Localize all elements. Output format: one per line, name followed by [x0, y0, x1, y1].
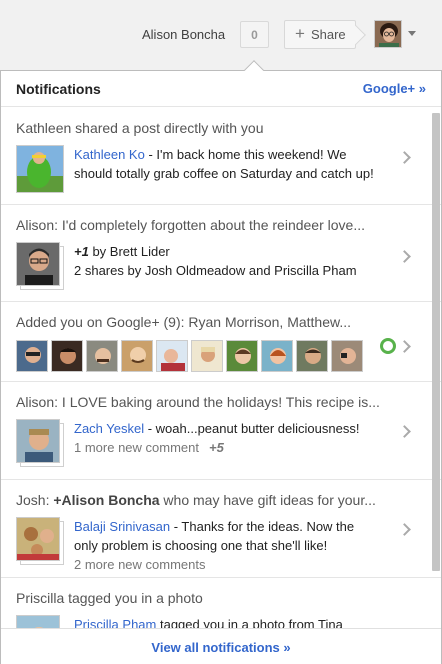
notification-list[interactable]: Kathleen shared a post directly with you [1, 108, 441, 628]
user-name[interactable]: Alison Boncha [142, 27, 225, 42]
person-avatar[interactable] [16, 340, 48, 372]
panel-footer: View all notifications » [1, 628, 441, 664]
notification-summary: Priscilla tagged you in a photo [16, 590, 203, 606]
person-avatar[interactable] [226, 340, 258, 372]
notification-thumbnail [16, 242, 66, 290]
notification-thumbnail [16, 419, 66, 467]
notification-summary: Added you on Google+ (9): Ryan Morrison,… [16, 314, 352, 330]
person-avatar[interactable] [51, 340, 83, 372]
plus-icon: + [295, 24, 305, 43]
chevron-right-icon[interactable] [398, 151, 411, 164]
person-avatar[interactable] [296, 340, 328, 372]
comment-text: - I'm back home this weekend! We [144, 147, 347, 162]
notifications-panel: Notifications Google+ » Kathleen shared … [0, 70, 442, 664]
comment-text: - woah...peanut butter deliciousness! [144, 421, 360, 436]
top-bar: Alison Boncha 0 + Share [0, 0, 442, 70]
person-avatar[interactable] [191, 340, 223, 372]
author-link[interactable]: Balaji Srinivasan [74, 519, 170, 534]
people-avatars [1, 340, 441, 372]
notification-summary: Alison: I LOVE baking around the holiday… [16, 394, 380, 410]
comment-text-continued: only problem is choosing one that she'll… [74, 538, 328, 553]
more-comments-text: 2 more new comments [74, 557, 206, 572]
shares-text: 2 shares by Josh Oldmeadow and Priscilla… [74, 263, 357, 278]
share-button-label: Share [310, 27, 346, 42]
notification-thumbnail [16, 615, 66, 628]
comment-text-continued: should totally grab coffee on Saturday a… [74, 166, 374, 181]
notification-item[interactable]: Priscilla tagged you in a photo Priscill… [1, 578, 441, 628]
person-avatar[interactable] [331, 340, 363, 372]
panel-title: Notifications [16, 80, 101, 97]
chevron-down-icon[interactable] [408, 31, 416, 36]
author-link[interactable]: Priscilla Pham [74, 617, 156, 628]
notification-item[interactable]: Josh: +Alison Boncha who may have gift i… [1, 480, 441, 578]
plus-one-by: by Brett Lider [88, 244, 170, 259]
share-button[interactable]: + Share [284, 20, 356, 49]
more-comments-text: 1 more new comment [74, 440, 199, 455]
summary-mention[interactable]: +Alison Boncha [53, 492, 159, 508]
avatar[interactable] [374, 20, 402, 48]
author-link[interactable]: Kathleen Ko [74, 147, 145, 162]
person-avatar[interactable] [156, 340, 188, 372]
plus-one-badge: +1 [74, 244, 89, 259]
summary-rest: who may have gift ideas for your... [159, 492, 376, 508]
google-plus-link[interactable]: Google+ » [363, 81, 426, 96]
comment-text: tagged you in a photo from Tina [156, 617, 343, 628]
notification-item[interactable]: Alison: I LOVE baking around the holiday… [1, 382, 441, 480]
panel-header: Notifications Google+ » [1, 71, 441, 107]
scrollbar[interactable] [432, 113, 440, 571]
notification-item[interactable]: Alison: I'd completely forgotten about t… [1, 205, 441, 302]
plus-count: +5 [209, 440, 224, 455]
notification-thumbnail [16, 145, 66, 193]
author-link[interactable]: Zach Yeskel [74, 421, 144, 436]
person-avatar[interactable] [121, 340, 153, 372]
chevron-right-icon[interactable] [398, 250, 411, 263]
circle-icon[interactable] [380, 338, 396, 354]
notification-count-button[interactable]: 0 [240, 21, 269, 48]
view-all-notifications-link[interactable]: View all notifications » [151, 640, 290, 655]
person-avatar[interactable] [261, 340, 293, 372]
comment-text: - Thanks for the ideas. Now the [170, 519, 355, 534]
summary-prefix: Josh: [16, 492, 54, 508]
notification-item[interactable]: Added you on Google+ (9): Ryan Morrison,… [1, 302, 441, 382]
chevron-right-icon[interactable] [398, 425, 411, 438]
chevron-right-icon[interactable] [398, 523, 411, 536]
notification-summary: Alison: I'd completely forgotten about t… [16, 217, 365, 233]
person-avatar[interactable] [86, 340, 118, 372]
notification-thumbnail [16, 517, 66, 565]
notification-summary: Kathleen shared a post directly with you [16, 120, 264, 136]
notification-item[interactable]: Kathleen shared a post directly with you [1, 108, 441, 205]
notification-summary: Josh: +Alison Boncha who may have gift i… [1, 480, 441, 508]
